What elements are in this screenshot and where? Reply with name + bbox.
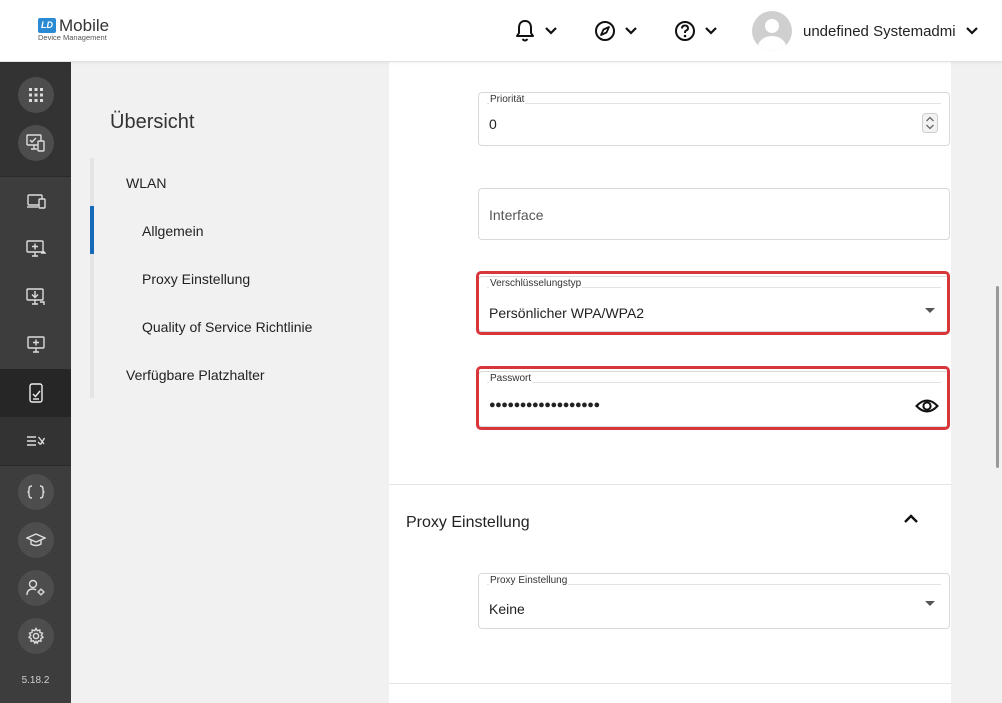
user-menu[interactable]: undefined Systemadmi… — [752, 11, 979, 51]
monitor-add-icon — [26, 336, 45, 353]
bell-icon — [516, 20, 534, 42]
proxy-section-title: Proxy Einstellung — [406, 514, 530, 531]
chevron-down-icon — [545, 27, 557, 35]
list-check-icon — [26, 436, 45, 446]
grid-icon — [28, 88, 43, 102]
password-label: Passwort — [489, 373, 533, 384]
interface-placeholder: Interface — [489, 207, 544, 223]
sidebar-item-training[interactable] — [0, 516, 71, 564]
top-bar: LD Mobile Device Management undefined Sy… — [0, 0, 1002, 62]
version-label: 5.18.2 — [21, 675, 50, 686]
compass-icon — [595, 21, 615, 41]
gear-icon — [27, 627, 44, 645]
chevron-up-icon[interactable] — [903, 513, 919, 525]
dropdown-arrow-icon — [925, 601, 935, 606]
overview-panel: Übersicht WLAN Allgemein Proxy Einstellu… — [71, 62, 389, 703]
overview-item-proxy[interactable]: Proxy Einstellung — [142, 271, 250, 287]
chevron-down-icon — [625, 27, 637, 35]
navigation-button[interactable] — [594, 17, 638, 45]
download-tray-icon — [25, 288, 45, 305]
braces-icon — [26, 485, 45, 499]
proxy-setting-label: Proxy Einstellung — [489, 575, 569, 586]
sidebar-item-add-screen[interactable] — [0, 321, 71, 369]
proxy-setting-value: Keine — [489, 601, 525, 617]
chevron-down-icon — [705, 27, 717, 35]
encryption-type-value: Persönlicher WPA/WPA2 — [489, 305, 645, 321]
overview-item-allgemein[interactable]: Allgemein — [142, 223, 203, 239]
scrollbar[interactable] — [996, 286, 999, 468]
help-button[interactable] — [674, 17, 718, 45]
overview-item-qos[interactable]: Quality of Service Richtlinie — [142, 319, 312, 335]
sidebar-item-screen-forward[interactable] — [0, 225, 71, 273]
sidebar-top-group — [0, 62, 71, 176]
sidebar: 5.18.2 — [0, 62, 71, 703]
overview-item-wlan[interactable]: WLAN — [126, 175, 166, 191]
priority-field[interactable]: Priorität 0 — [478, 92, 950, 146]
interface-field[interactable]: Interface — [478, 188, 950, 240]
overview-item-placeholders[interactable]: Verfügbare Platzhalter — [126, 367, 265, 383]
help-icon — [675, 21, 695, 41]
sidebar-item-software-install[interactable] — [0, 273, 71, 321]
sidebar-item-checklists[interactable] — [0, 417, 71, 465]
overview-nav-track — [90, 158, 94, 398]
sidebar-item-device-management[interactable] — [0, 119, 71, 167]
eye-icon[interactable] — [915, 398, 939, 414]
logo-subtitle: Device Management — [38, 33, 107, 42]
user-settings-icon — [25, 579, 44, 596]
priority-label: Priorität — [489, 94, 526, 105]
overview-nav-active-indicator — [90, 206, 94, 254]
notifications-button[interactable] — [514, 17, 558, 45]
overview-title: Übersicht — [110, 111, 195, 133]
graduation-cap-icon — [25, 533, 46, 547]
password-field[interactable]: Passwort ●●●●●●●●●●●●●●●●●● — [478, 371, 950, 427]
encryption-type-select[interactable]: Verschlüsselungstyp Persönlicher WPA/WPA… — [478, 276, 950, 332]
dropdown-arrow-icon — [925, 308, 935, 313]
mobile-policy-icon — [28, 383, 43, 403]
screen-forward-icon — [25, 240, 46, 257]
sidebar-item-settings[interactable] — [0, 612, 71, 660]
sidebar-item-apps[interactable] — [0, 71, 71, 119]
encryption-type-label: Verschlüsselungstyp — [489, 278, 583, 289]
sidebar-item-mobile-policies[interactable] — [0, 369, 71, 417]
monitor-devices-icon — [25, 134, 45, 152]
chevron-down-icon — [966, 27, 978, 35]
number-stepper-icon[interactable] — [922, 113, 938, 133]
user-name: undefined Systemadmi… — [803, 22, 955, 40]
proxy-setting-select[interactable]: Proxy Einstellung Keine — [478, 573, 950, 629]
logo-badge: LD — [38, 18, 56, 33]
password-value: ●●●●●●●●●●●●●●●●●● — [489, 399, 600, 411]
avatar — [752, 11, 792, 51]
priority-value: 0 — [489, 116, 497, 132]
sidebar-item-user-settings[interactable] — [0, 564, 71, 612]
devices-icon — [26, 194, 46, 209]
sidebar-item-scripts[interactable] — [0, 468, 71, 516]
sidebar-item-devices[interactable] — [0, 177, 71, 225]
main-content: Priorität 0 Interface Verschlüsselungsty… — [389, 62, 951, 703]
